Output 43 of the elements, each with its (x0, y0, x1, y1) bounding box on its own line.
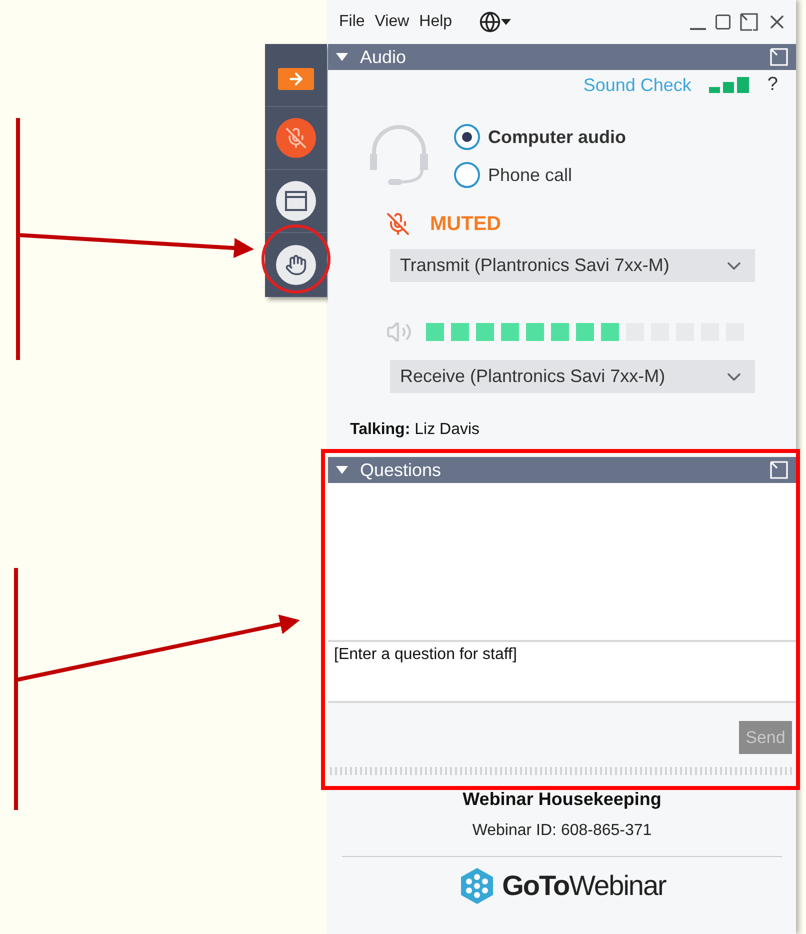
popout-icon (740, 13, 758, 31)
option-label: Computer audio (488, 126, 626, 148)
question-input-field[interactable]: [Enter a question for staff] (328, 642, 796, 703)
headset-icon (368, 124, 430, 186)
radio-button[interactable] (454, 124, 480, 150)
arrow-right-icon (287, 70, 305, 88)
minimize-icon (690, 28, 706, 30)
help-icon[interactable]: ? (767, 74, 778, 96)
signal-bars-icon (709, 77, 750, 93)
muted-microphone-icon (386, 212, 410, 236)
menu-item[interactable]: View (374, 13, 410, 31)
talking-name: Liz Davis (414, 421, 480, 438)
popout-icon (770, 461, 788, 479)
collapse-button[interactable] (278, 68, 314, 90)
mute-button[interactable] (276, 118, 316, 158)
radio-button[interactable] (454, 162, 480, 188)
questions-header[interactable]: Questions (328, 457, 796, 483)
audio-header[interactable]: Audio (328, 44, 796, 70)
raise-hand-button[interactable] (276, 244, 316, 284)
window-icon (285, 191, 307, 211)
audio-option[interactable]: Computer audio (454, 124, 626, 150)
maximize-icon (714, 13, 732, 31)
menu-item[interactable]: File (338, 13, 366, 31)
globe-icon (479, 11, 502, 33)
muted-microphone-icon (285, 127, 307, 149)
caret-icon (501, 19, 512, 25)
hand-icon (285, 254, 307, 276)
menu-item[interactable]: Help (418, 13, 454, 31)
popout-icon (770, 48, 788, 66)
collapse-triangle-icon (336, 466, 348, 474)
webinar-id: Webinar ID: 608-865-371 (471, 822, 653, 840)
webinar-title: Webinar Housekeeping (462, 789, 662, 810)
speaker-icon (386, 319, 412, 345)
logo-wordmark: GoToWebinar (502, 870, 666, 902)
receive-dropdown[interactable]: Receive (Plantronics Savi 7xx-M) (390, 360, 755, 393)
highlight-circle (262, 224, 330, 294)
option-label: Phone call (488, 164, 572, 186)
talking-label: Talking: (350, 421, 410, 438)
transmit-dropdown[interactable]: Transmit (Plantronics Savi 7xx-M) (390, 249, 755, 282)
collapse-triangle-icon (336, 53, 348, 61)
audio-option[interactable]: Phone call (454, 162, 626, 188)
mute-status: MUTED (430, 212, 502, 236)
window-button[interactable] (276, 181, 316, 221)
